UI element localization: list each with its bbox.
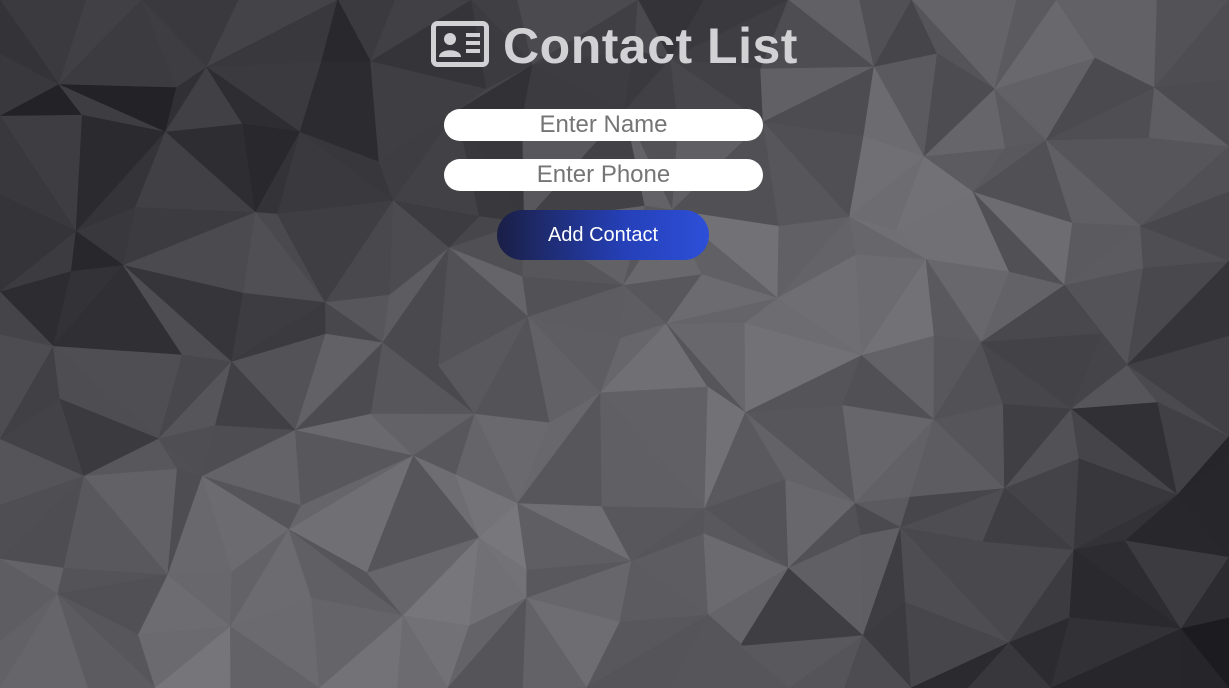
page-title: Contact List xyxy=(0,18,1229,78)
page-title-text: Contact List xyxy=(503,18,798,74)
contact-app: Contact List Add Contact xyxy=(0,0,1229,688)
address-card-icon xyxy=(431,21,490,78)
name-input[interactable] xyxy=(444,109,763,141)
add-contact-button[interactable]: Add Contact xyxy=(497,210,709,260)
phone-input[interactable] xyxy=(444,159,763,191)
